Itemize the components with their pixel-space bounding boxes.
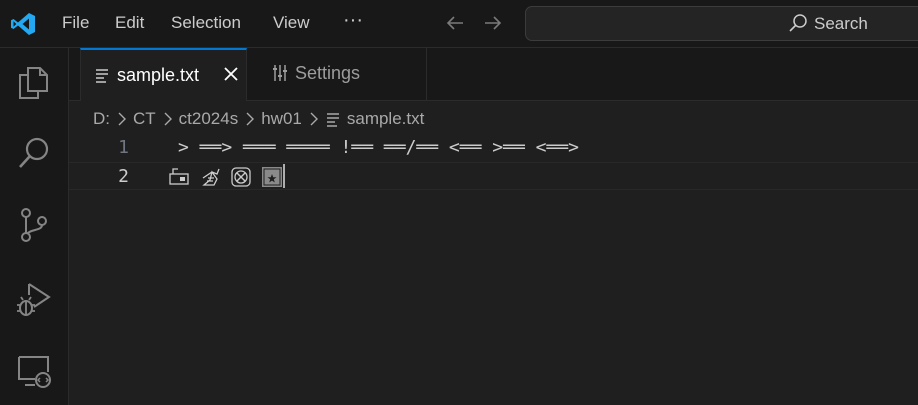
chevron-right-icon	[164, 112, 172, 126]
command-search-box[interactable]: Search	[525, 6, 918, 41]
close-icon[interactable]	[222, 65, 240, 83]
search-label: Search	[814, 14, 868, 33]
text-editor[interactable]: 1 > ══> ═══ ════ !══ ══/══ <══ >══ <══> …	[69, 134, 918, 405]
line-number: 2	[118, 166, 129, 187]
breadcrumb-item-ct2024s[interactable]: ct2024s	[179, 109, 239, 129]
editor-line[interactable]: 1 > ══> ═══ ════ !══ ══/══ <══ >══ <══>	[69, 134, 918, 162]
title-bar: File Edit Selection View ··· Search	[0, 0, 918, 48]
run-and-debug-icon[interactable]	[15, 280, 53, 318]
menu-view[interactable]: View	[273, 13, 310, 33]
line-text: > ══> ═══ ════ !══ ══/══ <══ >══ <══>	[178, 137, 579, 158]
tab-label: Settings	[295, 63, 361, 83]
star-crescent-glyph-icon	[262, 167, 282, 187]
chevron-right-icon	[246, 112, 255, 126]
remote-explorer-icon[interactable]	[15, 352, 53, 390]
menu-edit[interactable]: Edit	[115, 13, 144, 33]
breadcrumb-item-hw01[interactable]: hw01	[261, 109, 302, 129]
vscode-logo-icon	[11, 13, 35, 35]
menu-more-button[interactable]: ···	[343, 9, 363, 32]
editor-line-current[interactable]: 2	[69, 162, 918, 190]
text-cursor	[283, 164, 285, 188]
menu-selection[interactable]: Selection	[171, 13, 241, 33]
breadcrumb: D: CT ct2024s hw01 sample.txt	[93, 106, 424, 132]
text-file-icon	[96, 69, 108, 83]
line-number: 1	[118, 137, 129, 158]
breadcrumb-item-ct[interactable]: CT	[133, 109, 156, 129]
breadcrumb-item-file[interactable]: sample.txt	[347, 109, 424, 129]
forward-arrow-icon[interactable]	[482, 12, 504, 34]
tab-label: sample.txt	[117, 65, 200, 85]
search-icon	[789, 14, 807, 32]
chevron-right-icon	[118, 112, 126, 126]
source-control-icon[interactable]	[15, 206, 53, 244]
activity-bar	[0, 48, 69, 405]
chevron-right-icon	[310, 112, 318, 126]
tab-sample-txt[interactable]: sample.txt	[80, 48, 247, 101]
breadcrumb-item-drive[interactable]: D:	[93, 109, 110, 129]
ballot-box-x-glyph-icon	[231, 167, 251, 187]
settings-sliders-icon	[273, 65, 287, 81]
mailbox-glyph-icon	[169, 168, 189, 185]
back-arrow-icon[interactable]	[444, 12, 466, 34]
explorer-files-icon[interactable]	[15, 64, 53, 102]
text-file-icon	[326, 113, 339, 127]
editor-tab-bar: sample.txt Settings	[69, 48, 918, 101]
menu-file[interactable]: File	[62, 13, 89, 33]
search-view-icon[interactable]	[15, 134, 53, 172]
tab-settings[interactable]: Settings	[247, 48, 427, 101]
writing-hand-glyph-icon	[202, 168, 220, 186]
